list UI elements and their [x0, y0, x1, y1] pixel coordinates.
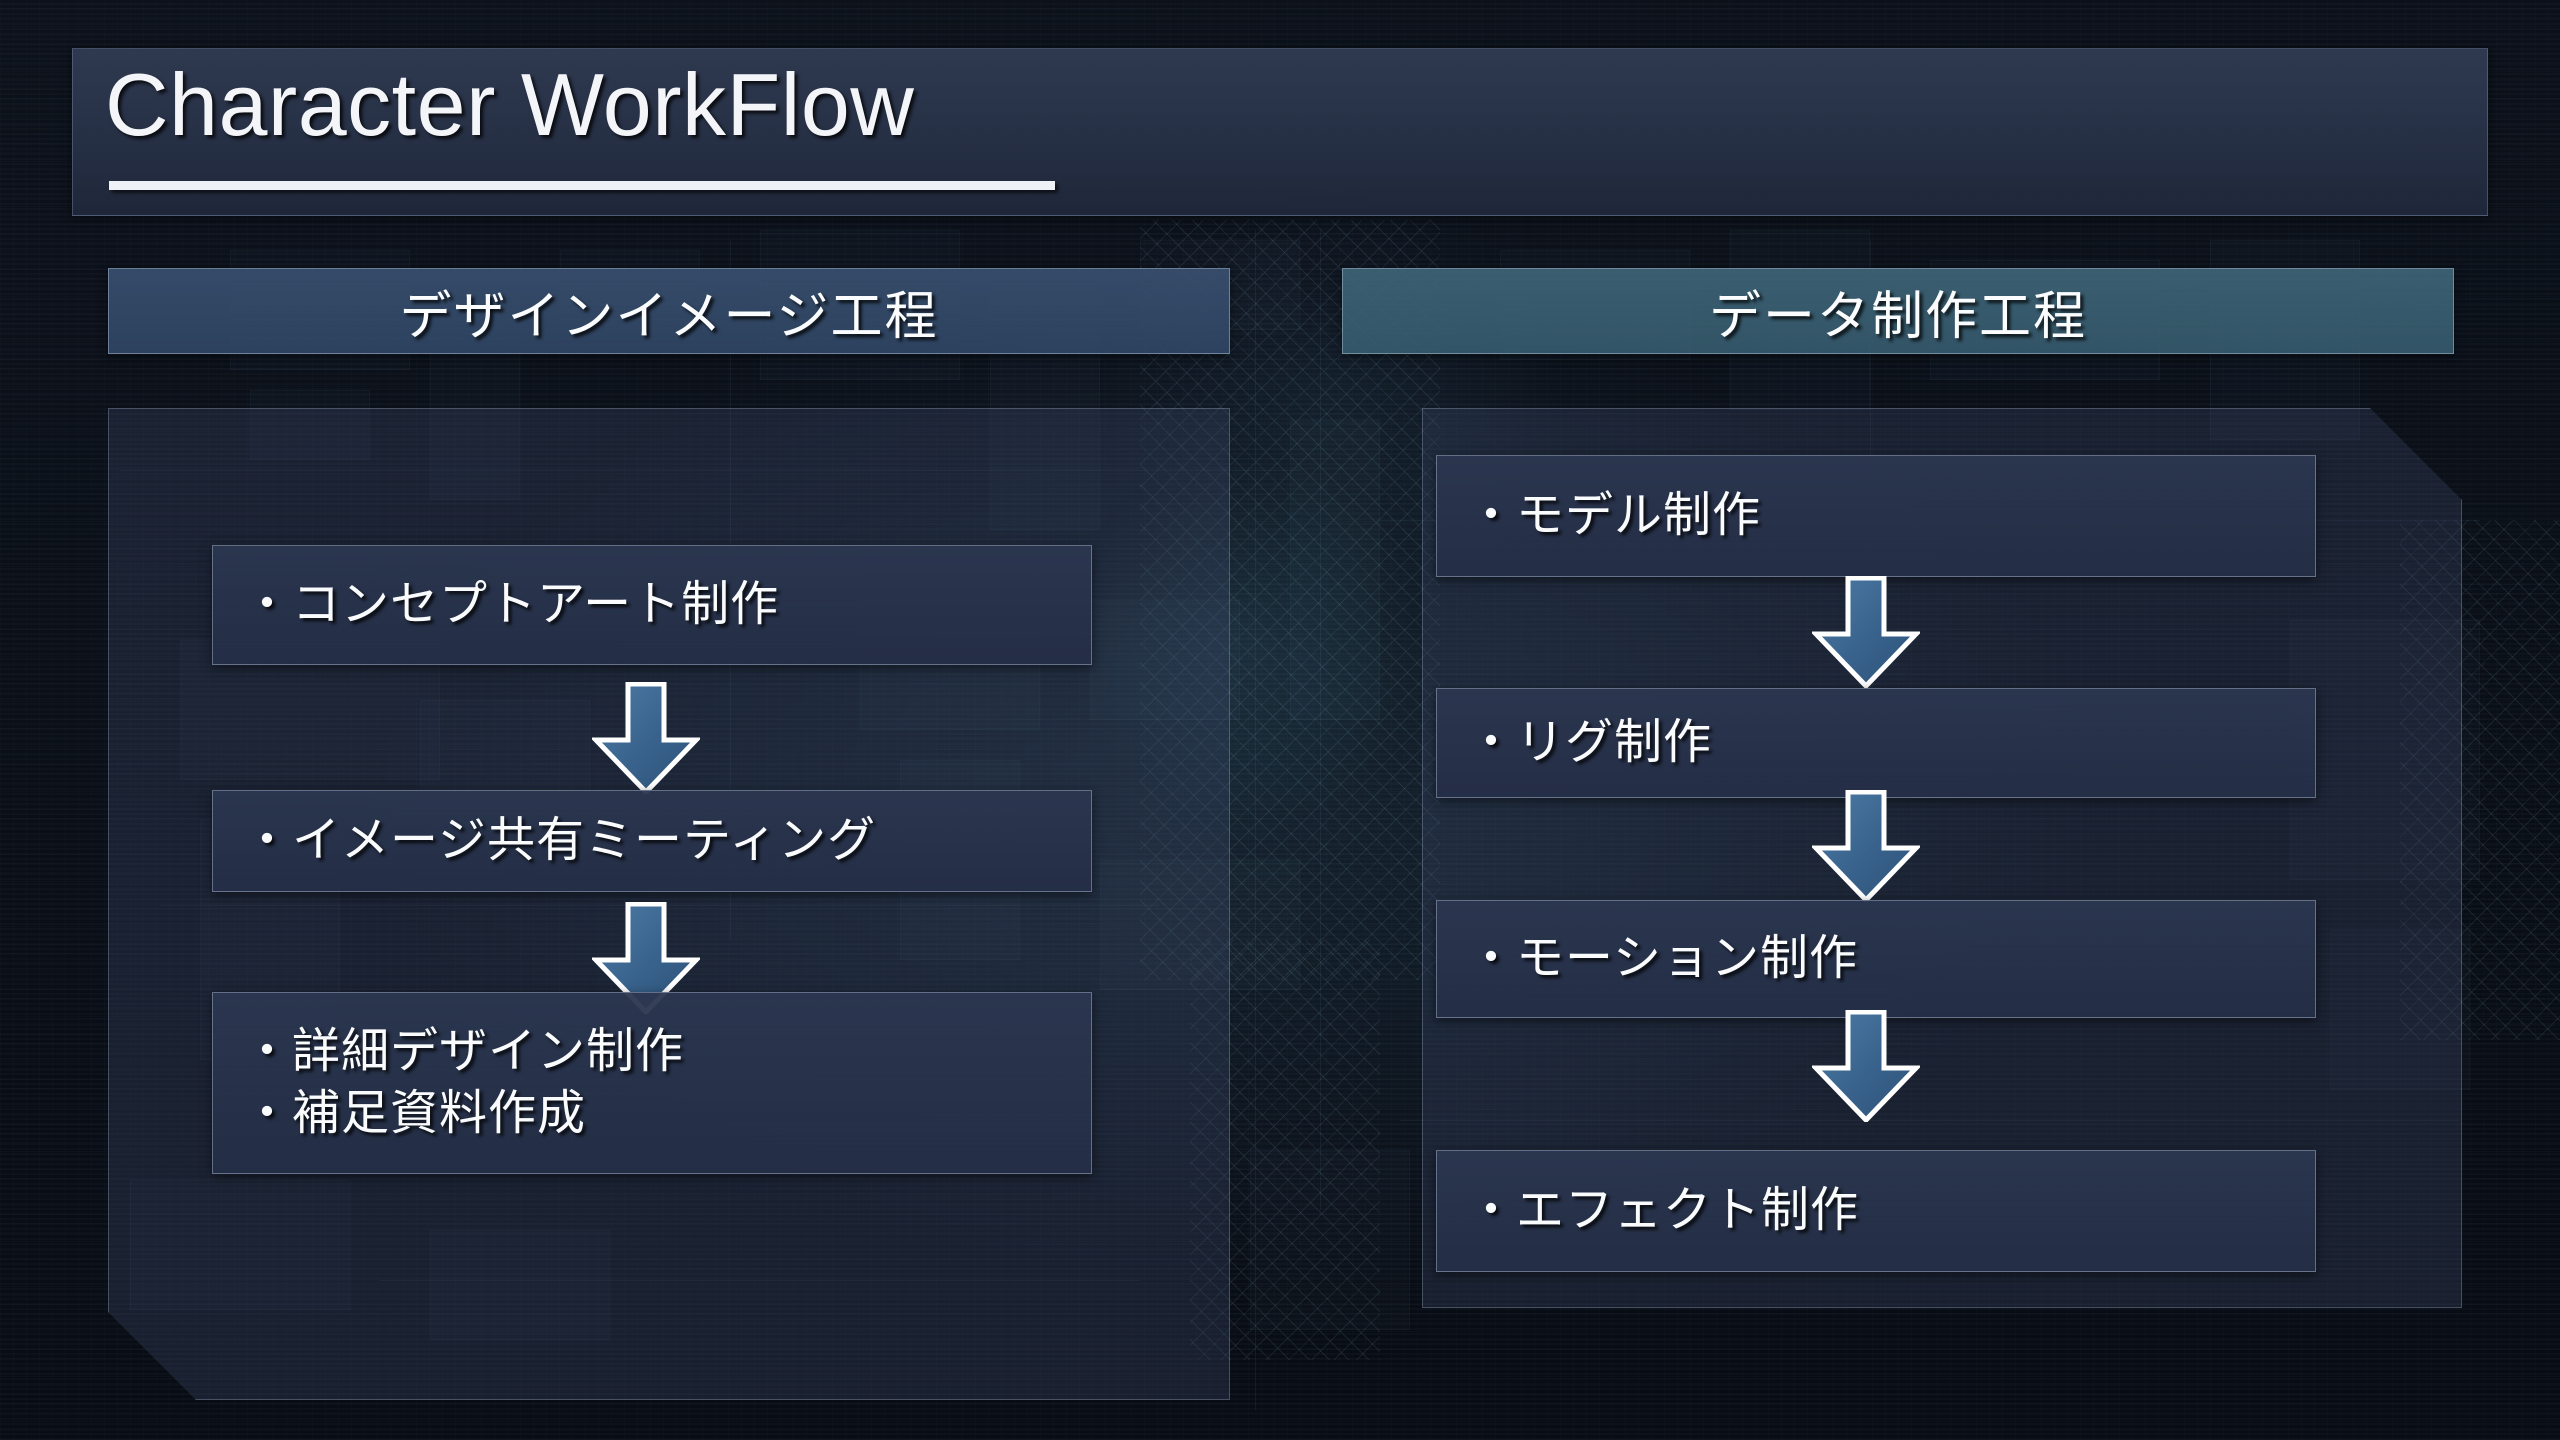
step-box-effect-production: ・エフェクト制作	[1436, 1150, 2316, 1272]
title-panel: Character WorkFlow	[72, 48, 2488, 216]
step-label: ・詳細デザイン制作	[243, 1024, 685, 1078]
step-label: ・モーション制作	[1467, 931, 1859, 985]
section-header-design-image-phase: デザインイメージ工程	[108, 268, 1230, 354]
slide-canvas: Character WorkFlow デザインイメージ工程 データ制作工程 ・コ…	[0, 0, 2560, 1440]
step-box-model-production: ・モデル制作	[1436, 455, 2316, 577]
down-arrow-icon	[1812, 1010, 1920, 1122]
step-label: ・リグ制作	[1467, 715, 1713, 769]
down-arrow-icon	[592, 682, 700, 794]
step-box-detail-design: ・詳細デザイン制作 ・補足資料作成	[212, 992, 1092, 1174]
step-box-motion-production: ・モーション制作	[1436, 900, 2316, 1018]
step-label: ・補足資料作成	[243, 1087, 587, 1140]
title-underline	[109, 181, 1055, 190]
step-box-image-sharing-meeting: ・イメージ共有ミーティング	[212, 790, 1092, 892]
section-header-label: データ制作工程	[1708, 287, 2087, 346]
page-title: Character WorkFlow	[105, 55, 915, 154]
step-box-rig-production: ・リグ制作	[1436, 688, 2316, 798]
section-header-label: デザインイメージ工程	[399, 287, 939, 346]
down-arrow-icon	[1812, 576, 1920, 688]
step-label: ・イメージ共有ミーティング	[243, 813, 877, 867]
section-header-data-production-phase: データ制作工程	[1342, 268, 2454, 354]
step-label: ・エフェクト制作	[1467, 1183, 1860, 1237]
step-box-concept-art: ・コンセプトアート制作	[212, 545, 1092, 665]
step-label: ・モデル制作	[1467, 488, 1762, 542]
down-arrow-icon	[1812, 790, 1920, 902]
step-label: ・コンセプトアート制作	[243, 577, 780, 631]
